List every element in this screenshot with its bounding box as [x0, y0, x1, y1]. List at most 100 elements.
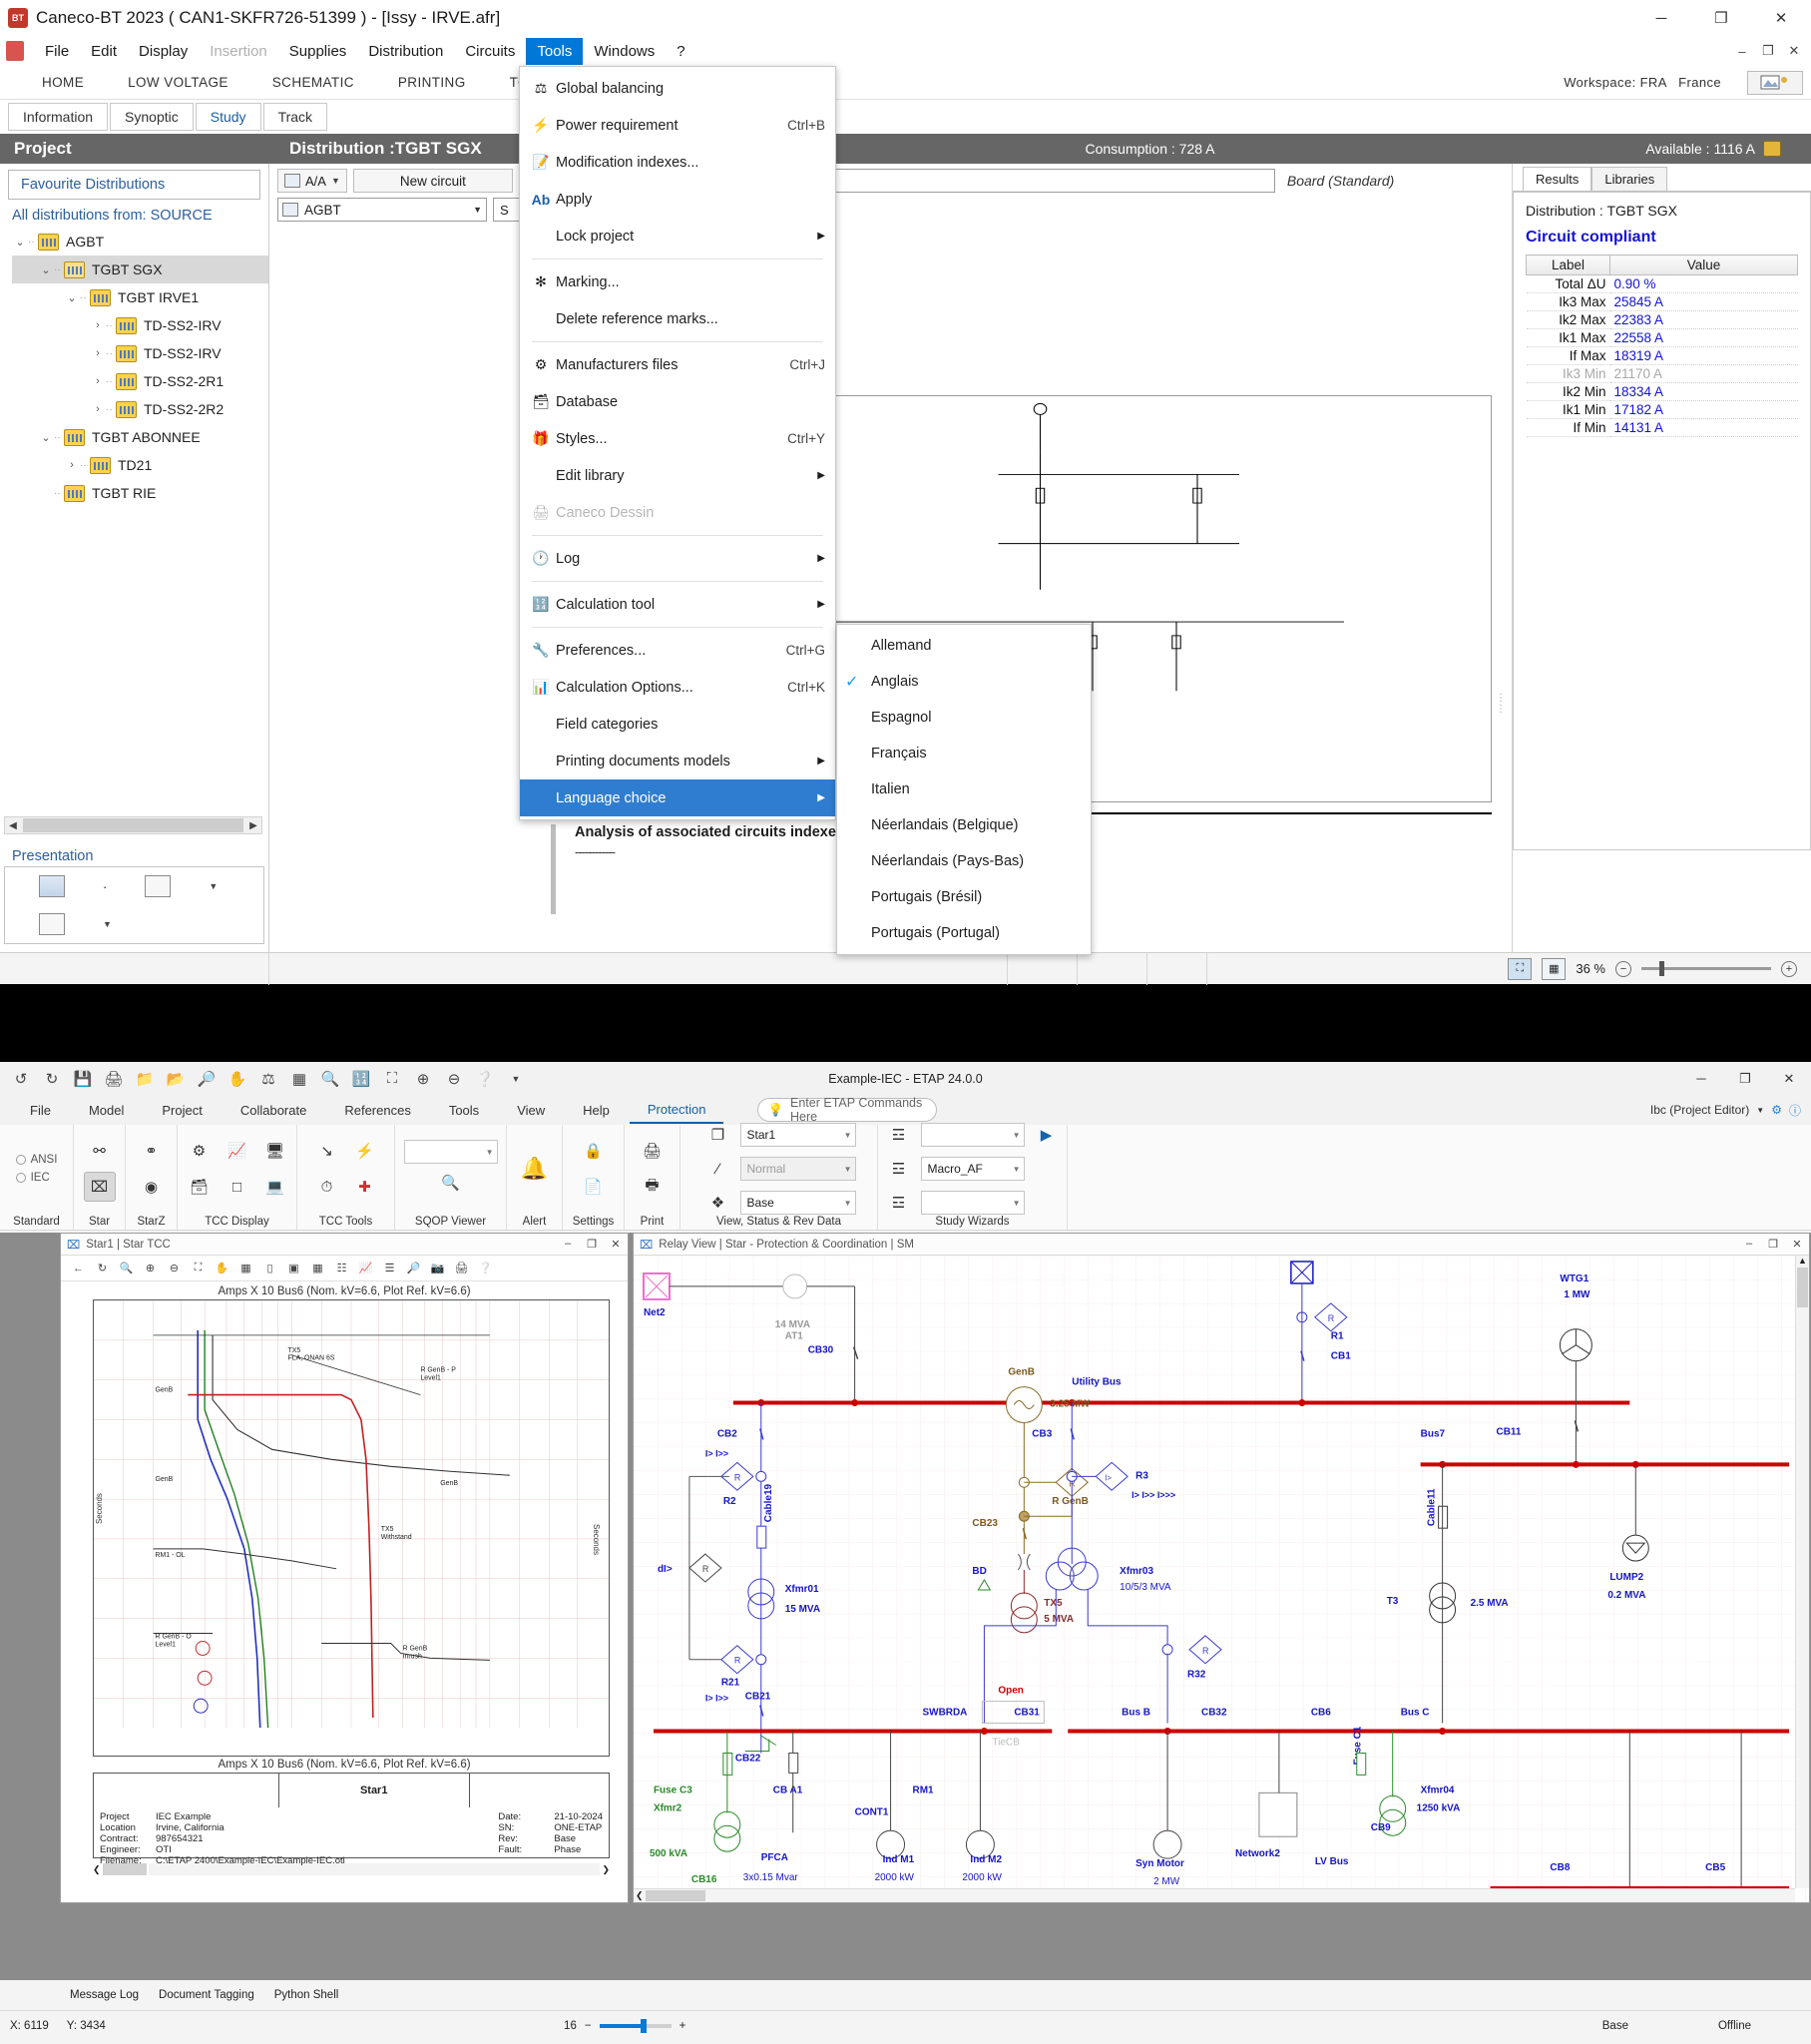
mdi-restore-icon[interactable]: ❐ — [1755, 36, 1781, 66]
menu-help[interactable]: ? — [666, 38, 695, 65]
tcc-settings-icon[interactable]: ⚙ — [184, 1136, 216, 1166]
tcc-search-icon[interactable]: 🔎 — [404, 1259, 423, 1278]
tab-results[interactable]: Results — [1523, 167, 1591, 191]
tab-file[interactable]: File — [12, 1098, 69, 1123]
language-item-allemand[interactable]: Allemand — [837, 628, 1091, 664]
tcc-crosshair-icon[interactable]: ✚ — [349, 1172, 381, 1202]
expander-icon[interactable]: ⌄ — [12, 236, 28, 249]
tcc-zoom-out-icon[interactable]: ⊖ — [165, 1259, 184, 1278]
chevron-down-icon[interactable]: ▼ — [844, 1199, 852, 1208]
settings-lock-icon[interactable]: 🔒 — [578, 1136, 610, 1166]
tcc-refresh-icon[interactable]: ↻ — [93, 1259, 112, 1278]
fit-width-icon[interactable]: ▦ — [1542, 958, 1566, 980]
table-view-icon[interactable] — [39, 875, 65, 897]
chevron-down-icon[interactable]: ▼ — [209, 881, 218, 891]
tcc-monitor-icon[interactable]: 🖥 — [259, 1136, 291, 1166]
menu-display[interactable]: Display — [128, 38, 199, 65]
zoom-in-icon[interactable]: + — [1781, 961, 1797, 977]
chevron-down-icon[interactable]: ▼ — [1756, 1106, 1764, 1115]
menu-item-field-categories[interactable]: Field categories — [520, 706, 835, 743]
tree-item-td-ss2-2r1[interactable]: › ·· TD-SS2-2R1 — [12, 367, 268, 395]
expander-icon[interactable]: ⌄ — [64, 291, 80, 304]
menu-item-log[interactable]: 🕐 Log ▶ — [520, 540, 835, 577]
tcc-config-icon[interactable]: 💻 — [259, 1172, 291, 1202]
tree-item-td-ss2-2r2[interactable]: › ·· TD-SS2-2R2 — [12, 395, 268, 423]
tcc-chart-icon[interactable]: 📈 — [356, 1259, 375, 1278]
language-item-francais[interactable]: Français — [837, 736, 1091, 771]
zoom-slider[interactable] — [1641, 967, 1771, 970]
tcc-back-icon[interactable]: ← — [69, 1259, 88, 1278]
tree-item-tgbt-sgx[interactable]: ⌄ ·· TGBT SGX — [12, 256, 268, 283]
menu-distribution[interactable]: Distribution — [357, 38, 454, 65]
chevron-down-icon[interactable]: ▼ — [103, 919, 112, 929]
etap-command-box[interactable]: 💡 Enter ETAP Commands Here — [757, 1098, 937, 1122]
print-icon[interactable]: 🖨 — [637, 1136, 669, 1166]
etap-user-indicator[interactable]: Ibc (Project Editor) ▼ ⚙ ⓘ — [1650, 1102, 1801, 1119]
license-icon[interactable]: ⚙ — [1771, 1103, 1782, 1117]
wizard-select-2[interactable]: Macro_AF ▼ — [921, 1157, 1025, 1181]
image-preview-button[interactable] — [1747, 71, 1803, 95]
subtab-synoptic[interactable]: Synoptic — [110, 103, 194, 131]
tcc-layout-split-icon[interactable]: ▣ — [284, 1259, 303, 1278]
menu-item-manufacturers-files[interactable]: ⚙ Manufacturers files Ctrl+J — [520, 346, 835, 383]
maximize-button[interactable]: ❐ — [1723, 1062, 1767, 1095]
tab-model[interactable]: Model — [71, 1098, 142, 1123]
tree-item-tgbt-rie[interactable]: ·· TGBT RIE — [12, 479, 268, 507]
close-button[interactable]: ✕ — [1785, 1238, 1809, 1251]
menu-item-power-requirement[interactable]: ⚡ Power requirement Ctrl+B — [520, 107, 835, 144]
menu-edit[interactable]: Edit — [80, 38, 128, 65]
tcc-help-icon[interactable]: ❔ — [476, 1259, 495, 1278]
tab-project[interactable]: Project — [144, 1098, 220, 1123]
menu-item-database[interactable]: 🗃 Database — [520, 383, 835, 420]
radio-ansi[interactable]: ANSI — [16, 1154, 58, 1166]
zoom-out-icon[interactable]: − — [1615, 961, 1631, 977]
distribution-select[interactable]: AGBT ▼ — [277, 198, 487, 222]
sld-horizontal-scrollbar[interactable]: ❮ — [634, 1888, 1795, 1902]
tcc-blank-icon[interactable]: □ — [222, 1172, 253, 1202]
info-icon[interactable]: ⓘ — [1789, 1102, 1801, 1119]
mdi-minimize-icon[interactable]: – — [1729, 36, 1755, 66]
menu-tools[interactable]: Tools — [526, 38, 583, 65]
expander-icon[interactable]: › — [90, 375, 106, 387]
language-item-neerlandais-pays-bas[interactable]: Néerlandais (Pays-Bas) — [837, 843, 1091, 879]
tcc-layout-left-icon[interactable]: ▯ — [260, 1259, 279, 1278]
tree-item-td21[interactable]: › ·· TD21 — [12, 451, 268, 479]
tree-item-tgbt-irve1[interactable]: ⌄ ·· TGBT IRVE1 — [12, 283, 268, 311]
ribbon-tab-schematic[interactable]: SCHEMATIC — [250, 75, 376, 90]
wizard-select-1[interactable]: ▼ — [921, 1123, 1025, 1147]
tcc-fit-icon[interactable]: ⛶ — [189, 1259, 208, 1278]
zoom-out-icon[interactable]: − — [585, 2020, 592, 2032]
close-button[interactable]: ✕ — [604, 1238, 628, 1251]
chevron-down-icon[interactable]: ▼ — [1013, 1165, 1021, 1174]
menu-item-preferences[interactable]: 🔧 Preferences... Ctrl+G — [520, 632, 835, 669]
designation-field[interactable] — [796, 169, 1275, 193]
tcc-print-icon[interactable]: 🖨 — [452, 1259, 471, 1278]
ribbon-tab-low-voltage[interactable]: LOW VOLTAGE — [106, 75, 250, 90]
menu-item-language-choice[interactable]: Language choice ▶ — [520, 779, 835, 816]
sqop-select[interactable]: ▼ — [404, 1140, 498, 1164]
tab-references[interactable]: References — [326, 1098, 428, 1123]
tools-dropdown-menu[interactable]: ⚖ Global balancing ⚡ Power requirement C… — [519, 66, 836, 820]
chevron-down-icon[interactable]: ▼ — [486, 1148, 494, 1157]
tree-item-td-ss2-irv-2[interactable]: › ·· TD-SS2-IRV — [12, 339, 268, 367]
ribbon-tab-home[interactable]: HOME — [20, 75, 106, 90]
chevron-down-icon[interactable]: ▼ — [1013, 1131, 1021, 1140]
tcc-zoom-region-icon[interactable]: 🔍 — [117, 1259, 136, 1278]
tcc-list-icon[interactable]: ☰ — [380, 1259, 399, 1278]
panel-splitter-right[interactable]: ⋮⋮ — [1496, 693, 1506, 715]
scroll-thumb[interactable] — [646, 1890, 705, 1901]
sqop-search-icon[interactable]: 🔍 — [435, 1168, 467, 1198]
single-line-view-icon[interactable] — [145, 875, 171, 897]
tcc-flash-icon[interactable]: ⚡ — [349, 1136, 381, 1166]
menu-file[interactable]: File — [34, 38, 80, 65]
tcc-table-icon[interactable]: ☷ — [332, 1259, 351, 1278]
schematic-view-icon[interactable] — [39, 913, 65, 935]
tab-tools[interactable]: Tools — [431, 1098, 497, 1123]
new-circuit-button[interactable]: New circuit — [353, 169, 513, 193]
subtab-information[interactable]: Information — [8, 103, 108, 131]
menu-circuits[interactable]: Circuits — [454, 38, 526, 65]
language-item-portugais-bresil[interactable]: Portugais (Brésil) — [837, 879, 1091, 915]
minimize-button[interactable]: ─ — [1631, 0, 1691, 36]
expander-icon[interactable]: › — [90, 347, 106, 359]
subtab-track[interactable]: Track — [263, 103, 327, 131]
